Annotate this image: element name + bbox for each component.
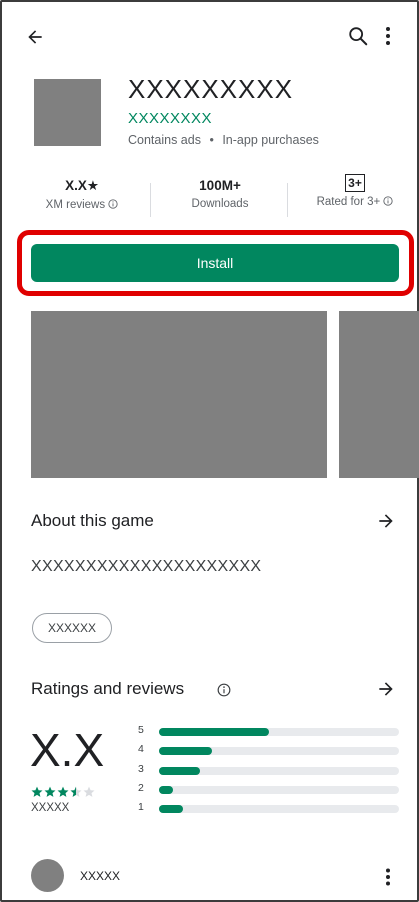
rating-bar-label: 3 [138, 763, 144, 775]
star-icon [31, 786, 43, 797]
ratings-title[interactable]: Ratings and reviews [31, 679, 184, 699]
genre-chip[interactable]: XXXXXX [32, 613, 112, 643]
ratings-arrow-icon[interactable] [374, 677, 398, 701]
contains-ads-label: Contains ads [128, 133, 201, 147]
ratings-info-icon[interactable] [214, 680, 234, 700]
stat-divider [287, 183, 288, 217]
rating-bar-fill [159, 786, 173, 794]
app-meta: Contains ads • In-app purchases [128, 133, 319, 147]
rating-bar-track [159, 767, 399, 775]
rating-stars [31, 785, 99, 803]
rating-bar-row: 4 [138, 743, 400, 757]
content-rating-label: Rated for 3+ [303, 196, 407, 208]
star-empty-icon [83, 786, 95, 797]
search-icon[interactable] [344, 22, 372, 50]
rating-score: X.X [30, 724, 105, 776]
info-icon [108, 199, 118, 209]
about-title[interactable]: About this game [31, 511, 154, 531]
developer-link[interactable]: XXXXXXXX [128, 110, 212, 127]
rating-bar-row: 2 [138, 782, 400, 796]
reviews-count-label: XM reviews [45, 199, 106, 211]
rating-bar-row: 1 [138, 801, 400, 815]
rating-bar-label: 5 [138, 724, 144, 736]
about-arrow-icon[interactable] [374, 509, 398, 533]
rating-bar-fill [159, 728, 269, 736]
rating-bar-track [159, 786, 399, 794]
rating-bar-label: 1 [138, 801, 144, 813]
app-title: XXXXXXXXX [128, 74, 294, 104]
content-rating-stat[interactable]: 3+ Rated for 3+ [303, 174, 407, 208]
rating-bar-fill [159, 805, 183, 813]
rating-value: X.X★ [65, 178, 99, 193]
reviewer-name: XXXXX [80, 869, 121, 883]
rating-bar-fill [159, 767, 200, 775]
info-icon [383, 196, 394, 206]
downloads-stat: 100M+ Downloads [168, 178, 272, 210]
star-icon [57, 786, 69, 797]
star-half-icon [70, 786, 82, 797]
content-rating-text: Rated for 3+ [316, 196, 381, 208]
star-icon [44, 786, 56, 797]
reviews-count: XM reviews [30, 199, 134, 211]
about-description: XXXXXXXXXXXXXXXXXXXXX [31, 558, 262, 575]
app-icon [34, 79, 101, 146]
rating-bar-fill [159, 747, 212, 755]
rating-bar-track [159, 747, 399, 755]
downloads-value: 100M+ [199, 178, 241, 193]
content-rating-badge-wrap: 3+ [303, 174, 407, 192]
rating-count: XXXXX [31, 802, 70, 814]
screenshot-2[interactable] [339, 311, 419, 478]
rating-bar-row: 3 [138, 763, 400, 777]
install-button[interactable]: Install [31, 244, 399, 282]
review-more-icon[interactable] [378, 864, 398, 890]
rating-bar-label: 2 [138, 782, 144, 794]
meta-separator: • [209, 133, 214, 147]
back-arrow-icon[interactable] [22, 24, 48, 50]
content-rating-badge: 3+ [345, 174, 365, 192]
avatar [31, 859, 64, 892]
rating-bar-track [159, 805, 399, 813]
rating-bar-track [159, 728, 399, 736]
stat-divider [150, 183, 151, 217]
rating-bar-row: 5 [138, 724, 400, 738]
downloads-label: Downloads [191, 198, 249, 210]
more-vert-icon[interactable] [378, 22, 398, 50]
rating-bar-label: 4 [138, 743, 144, 755]
screenshot-1[interactable] [31, 311, 327, 478]
in-app-purchases-label: In-app purchases [222, 133, 319, 147]
rating-stat[interactable]: X.X★ XM reviews [30, 178, 134, 211]
